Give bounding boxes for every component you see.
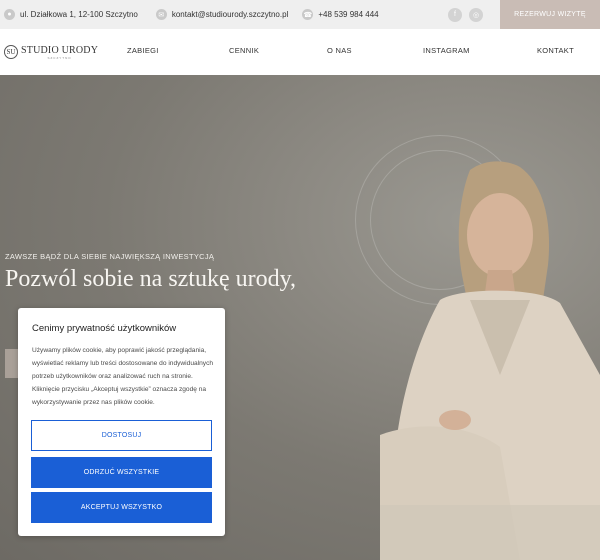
customize-button[interactable]: DOSTOSUJ [31,420,212,451]
reject-all-button[interactable]: ODRZUĆ WSZYSTKIE [31,457,212,488]
nav-item-o-nas[interactable]: O NAS [327,46,352,55]
facebook-icon[interactable]: f [448,7,462,22]
phone-info[interactable]: ☎ +48 539 984 444 [302,9,379,20]
nav-item-instagram[interactable]: INSTAGRAM [423,46,470,55]
mail-icon: ✉ [155,9,167,20]
email-info[interactable]: ✉ kontakt@studiourody.szczytno.pl [155,9,288,20]
nav-menu: ZABIEGI CENNIK O NAS INSTAGRAM KONTAKT [0,29,600,75]
reserve-visit-button[interactable]: REZERWUJ WIZYTĘ [500,0,600,29]
nav-item-cennik[interactable]: CENNIK [229,46,259,55]
cookie-consent-dialog: Cenimy prywatność użytkowników Używamy p… [18,308,225,536]
nav-item-zabiegi[interactable]: ZABIEGI [127,46,159,55]
hero-headline: Pozwól sobie na sztukę urody, [5,266,297,292]
main-navigation: SU STUDIO URODY SZCZYTNO ZABIEGI CENNIK … [0,29,600,75]
email-link[interactable]: kontakt@studiourody.szczytno.pl [172,10,288,19]
nav-item-kontakt[interactable]: KONTAKT [537,46,574,55]
address-info: ● ul. Działkowa 1, 12-100 Szczytno [4,9,138,20]
accept-all-button[interactable]: AKCEPTUJ WSZYSTKO [31,492,212,523]
hero-kicker: ZAWSZE BĄDŹ DLA SIEBIE NAJWIĘKSZĄ INWEST… [5,252,215,261]
instagram-icon[interactable]: ◎ [469,7,483,22]
phone-icon: ☎ [302,9,314,20]
cookie-title: Cenimy prywatność użytkowników [32,323,177,334]
top-info-bar: ● ul. Działkowa 1, 12-100 Szczytno ✉ kon… [0,0,600,29]
address-text: ul. Działkowa 1, 12-100 Szczytno [20,10,138,19]
phone-link[interactable]: +48 539 984 444 [318,10,378,19]
cookie-description: Używamy plików cookie, aby poprawić jako… [32,347,214,406]
location-icon: ● [4,9,15,20]
